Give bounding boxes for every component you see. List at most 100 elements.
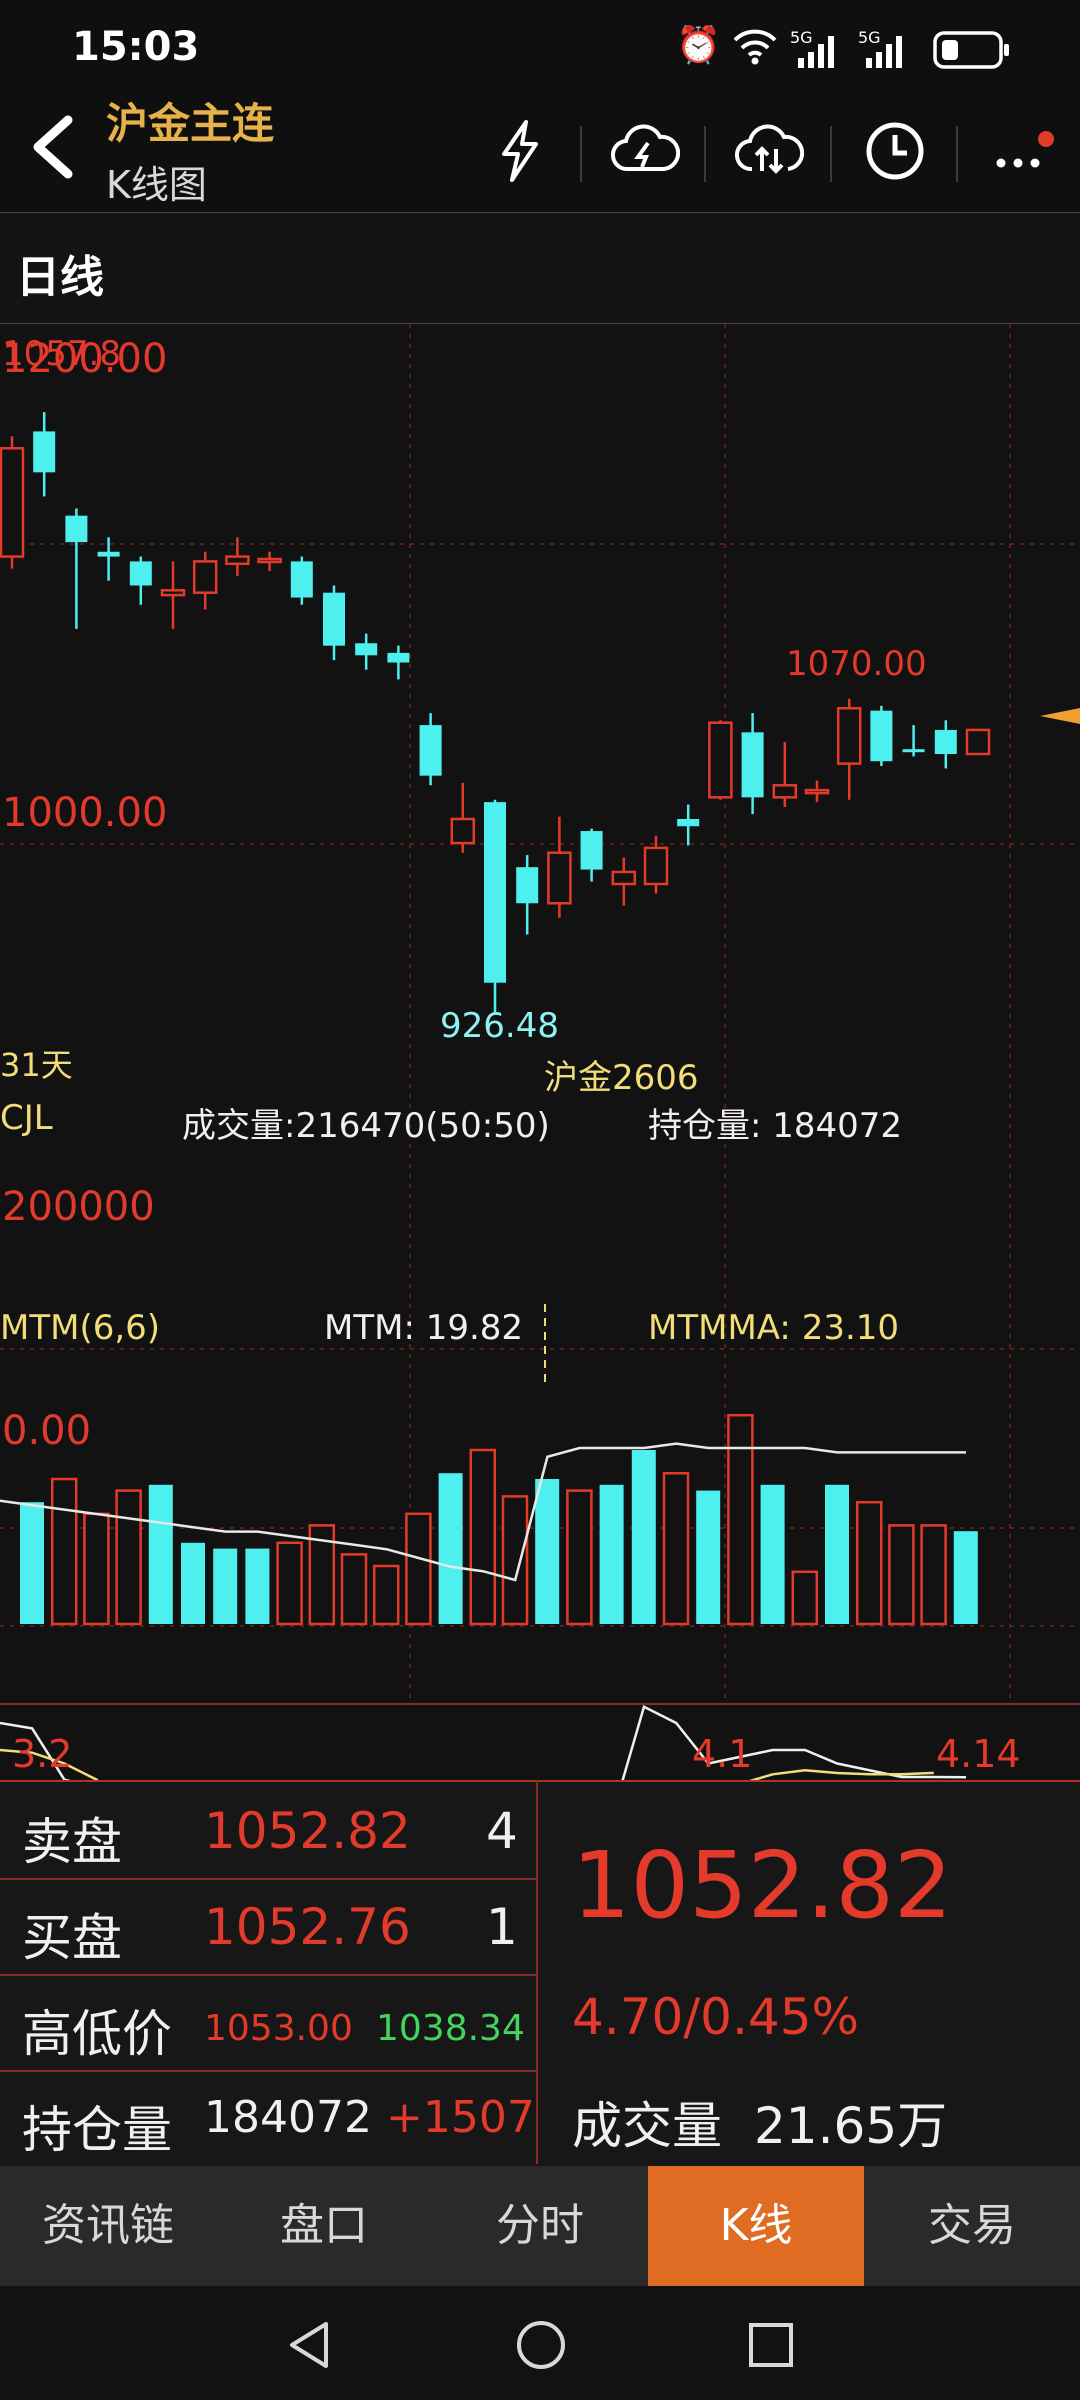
volume-bar [566,1489,593,1626]
flash-icon[interactable] [474,106,564,196]
battery-icon [932,28,1012,76]
volume-bar [599,1484,624,1624]
volume-bar [340,1553,368,1626]
volume-bar [50,1477,78,1626]
sell-price: 1052.82 [204,1802,411,1860]
candle-body [741,732,764,798]
tab-news-chain[interactable]: 资讯链 [0,2166,216,2286]
volume-value: 21.65万 [754,2097,948,2155]
buy-row[interactable]: 买盘 1052.76 1 [0,1878,536,1976]
volume-bar [501,1495,529,1626]
period-label: 日线 [16,252,104,303]
candle-body [804,788,830,795]
high-low-label: 高低价 [22,2005,172,2063]
buy-qty: 1 [486,1898,518,1956]
volume-bar [631,1450,656,1624]
low-price-label: 926.48 [440,1006,559,1046]
mtm-axis-label: 0.00 [2,1408,92,1454]
candle-body [902,749,925,753]
tab-intraday[interactable]: 分时 [432,2166,648,2286]
candle-body [643,846,669,886]
tab-trade[interactable]: 交易 [864,2166,1080,2286]
high-price: 1053.00 [204,2008,353,2049]
high-price-label: 1070.00 [786,644,927,684]
volume-bar [535,1479,560,1624]
wifi-icon [730,22,780,75]
sell-qty: 4 [486,1802,518,1860]
volume-bar [83,1512,110,1626]
candle-body [355,643,378,656]
volume-bar [888,1524,915,1626]
bottom-tab-bar: 资讯链 盘口 分时 K线 交易 [0,2166,1080,2286]
candle-body [419,725,442,776]
header-divider [956,126,958,182]
tab-orderbook[interactable]: 盘口 [216,2166,432,2286]
buy-label: 买盘 [22,1909,122,1967]
system-recents-icon[interactable] [746,2320,796,2374]
open-interest-row: 持仓量 184072 +1507 [0,2070,536,2166]
axis-label-mid: 1000.00 [2,790,168,836]
volume-bar [469,1448,497,1626]
volume-label: 成交量 [572,2097,722,2155]
last-price: 1052.82 [572,1832,953,1939]
volume-axis-label: 200000 [2,1184,155,1230]
candle-body [290,561,313,598]
volume-bar [213,1548,238,1624]
buy-price: 1052.76 [204,1898,411,1956]
volume-bar [855,1500,883,1626]
system-back-icon[interactable] [284,2318,334,2376]
header-divider [704,126,706,182]
mtmma-readout: MTMMA: 23.10 [648,1308,900,1348]
candle-body [65,515,88,543]
candle-body [33,431,56,473]
candle-body [870,710,893,762]
more-icon[interactable] [976,106,1066,196]
clock-icon[interactable] [850,106,940,196]
open-interest-readout: 持仓量: 184072 [648,1106,903,1146]
candle-body [97,551,120,557]
date-label-mid: 4.1 [692,1732,753,1776]
open-interest-label: 持仓量 [22,2101,172,2159]
open-interest-change: +1507 [386,2092,535,2143]
volume-bar [825,1484,849,1624]
candle-body [934,729,957,754]
system-nav-bar [0,2286,1080,2400]
period-tab[interactable]: 日线 [0,212,1080,324]
alarm-icon: ⏰ [676,25,721,66]
candle-body [708,721,733,799]
back-button[interactable] [24,112,84,188]
volume-bar [696,1490,721,1624]
candle-body [0,447,25,558]
volume-bar [372,1564,400,1626]
candle-body [547,851,572,905]
status-time: 15:03 [72,24,200,70]
status-bar: 15:03 ⏰ 5G 5G [0,0,1080,100]
signal-icon-2 [858,30,914,74]
candle-body [836,707,862,765]
sell-label: 卖盘 [22,1813,122,1871]
date-label-start: 3.2 [12,1732,73,1776]
cloud-sync-icon[interactable] [600,106,690,196]
volume-bar [920,1524,947,1626]
mtm-readout: MTM: 19.82 [324,1308,524,1348]
contract-switch-label[interactable]: 沪金2606 [544,1050,699,1099]
sell-row[interactable]: 卖盘 1052.82 4 [0,1782,536,1880]
candle-body [450,817,476,845]
volume-bar [115,1489,142,1626]
price-pointer [1040,708,1080,724]
candle-body [192,560,218,594]
candle-body [129,561,152,586]
high-low-row: 高低价 1053.00 1038.34 [0,1974,536,2072]
candle-body [516,867,539,904]
left-high-label: 1057.8 [2,334,121,374]
cloud-transfer-icon[interactable] [724,106,814,196]
price-change: 4.70/0.45% [572,1988,860,2046]
candle-body [484,802,506,983]
tab-kline[interactable]: K线 [648,2166,864,2286]
volume-bar [727,1413,754,1626]
candle-body [611,870,637,886]
kline-chart[interactable] [0,324,1080,1780]
cjl-title: CJL [0,1098,53,1138]
system-home-icon[interactable] [514,2318,568,2376]
volume-bar [405,1512,432,1626]
